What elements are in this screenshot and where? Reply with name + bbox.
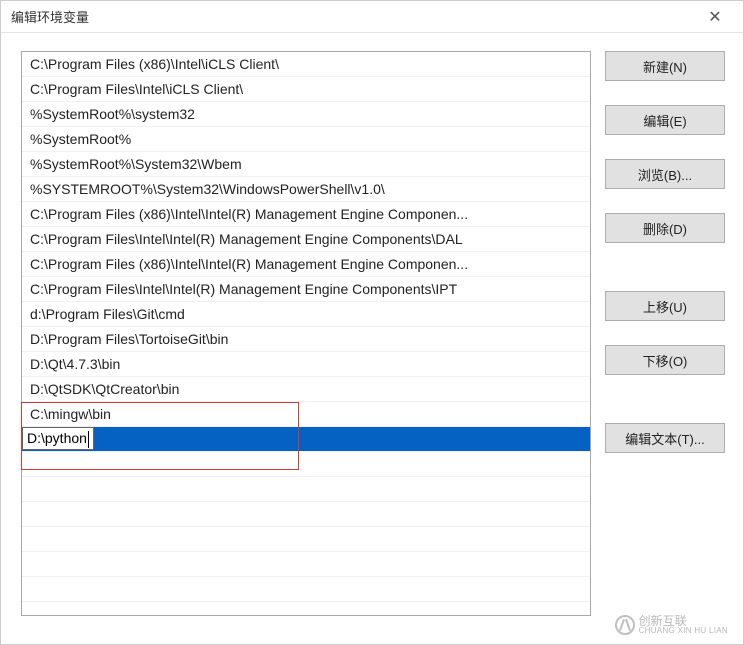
list-item[interactable]: %SystemRoot%\system32 [22, 102, 590, 127]
list-item[interactable]: C:\Program Files (x86)\Intel\Intel(R) Ma… [22, 252, 590, 277]
list-item[interactable]: C:\Program Files\Intel\Intel(R) Manageme… [22, 227, 590, 252]
move-down-button[interactable]: 下移(O) [605, 345, 725, 375]
path-listbox[interactable]: C:\Program Files (x86)\Intel\iCLS Client… [21, 51, 591, 616]
text-caret [88, 431, 89, 448]
list-item-empty[interactable]: . [22, 477, 590, 502]
list-item[interactable]: C:\Program Files\Intel\iCLS Client\ [22, 77, 590, 102]
list-item[interactable]: C:\Program Files\Intel\Intel(R) Manageme… [22, 277, 590, 302]
env-var-dialog: 编辑环境变量 ✕ C:\Program Files (x86)\Intel\iC… [0, 0, 744, 645]
list-item-empty[interactable]: . [22, 577, 590, 602]
move-up-button[interactable]: 上移(U) [605, 291, 725, 321]
list-item-empty[interactable]: . [22, 502, 590, 527]
button-column: 新建(N) 编辑(E) 浏览(B)... 删除(D) 上移(U) 下移(O) 编… [605, 51, 725, 626]
list-item[interactable]: %SystemRoot% [22, 127, 590, 152]
edit-button[interactable]: 编辑(E) [605, 105, 725, 135]
list-item[interactable]: %SYSTEMROOT%\System32\WindowsPowerShell\… [22, 177, 590, 202]
list-item[interactable]: D:\Program Files\TortoiseGit\bin [22, 327, 590, 352]
close-button[interactable]: ✕ [695, 3, 735, 31]
new-button[interactable]: 新建(N) [605, 51, 725, 81]
content-area: C:\Program Files (x86)\Intel\iCLS Client… [1, 33, 743, 644]
list-item[interactable]: D:\QtSDK\QtCreator\bin [22, 377, 590, 402]
list-item-empty[interactable]: . [22, 452, 590, 477]
edit-text-button[interactable]: 编辑文本(T)... [605, 423, 725, 453]
list-item[interactable]: C:\Program Files (x86)\Intel\iCLS Client… [22, 52, 590, 77]
list-item[interactable]: %SystemRoot%\System32\Wbem [22, 152, 590, 177]
list-item[interactable]: C:\Program Files (x86)\Intel\Intel(R) Ma… [22, 202, 590, 227]
path-edit-input[interactable]: D:\python [22, 427, 94, 450]
list-item-editing[interactable]: D:\python [22, 427, 590, 452]
dialog-title: 编辑环境变量 [11, 7, 89, 26]
close-icon: ✕ [708, 7, 721, 27]
titlebar: 编辑环境变量 ✕ [1, 1, 743, 33]
list-wrap: C:\Program Files (x86)\Intel\iCLS Client… [21, 51, 591, 626]
list-item[interactable]: d:\Program Files\Git\cmd [22, 302, 590, 327]
delete-button[interactable]: 删除(D) [605, 213, 725, 243]
list-item-empty[interactable]: . [22, 527, 590, 552]
browse-button[interactable]: 浏览(B)... [605, 159, 725, 189]
list-item[interactable]: C:\mingw\bin [22, 402, 590, 427]
list-item[interactable]: D:\Qt\4.7.3\bin [22, 352, 590, 377]
list-item-empty[interactable]: . [22, 552, 590, 577]
